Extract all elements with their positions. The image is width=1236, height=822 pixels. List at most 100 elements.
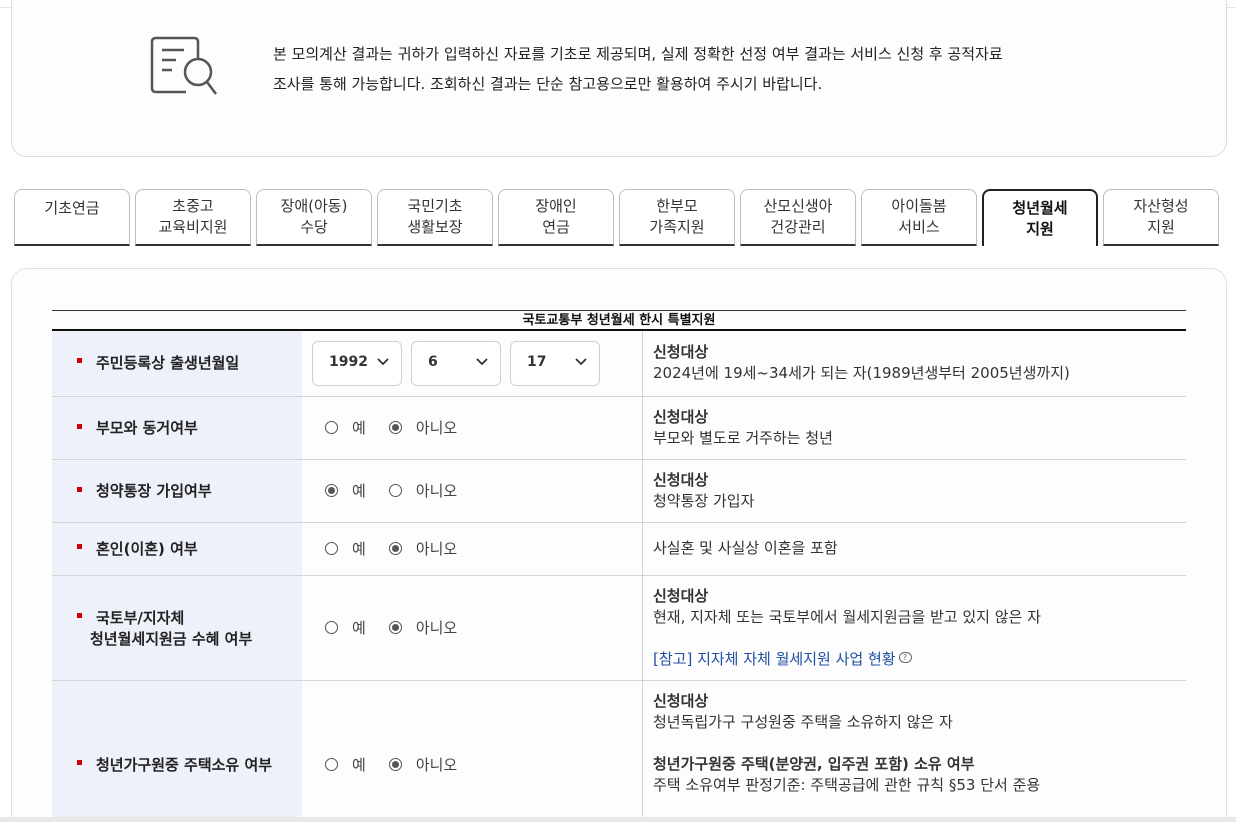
table-title: 국토교통부 청년월세 한시 특별지원 bbox=[52, 310, 1186, 331]
desc-text: 부모와 별도로 거주하는 청년 bbox=[653, 429, 833, 447]
parents-yes-radio[interactable]: 예 bbox=[325, 417, 366, 438]
desc-block: 신청대상 2024년에 19세~34세가 되는 자(1989년생부터 2005년… bbox=[653, 342, 1070, 384]
table-row-parents: 부모와 동거여부 예 아니오 신청대상 부모와 별도로 거주하는 청년 bbox=[52, 397, 1186, 460]
chevron-down-icon bbox=[377, 358, 389, 366]
tab-label: 한부모 가족지원 bbox=[649, 197, 705, 236]
tab-asset-building[interactable]: 자산형성 지원 bbox=[1103, 189, 1219, 246]
radio-label: 아니오 bbox=[415, 619, 458, 637]
desc-block: 신청대상 청약통장 가입자 bbox=[653, 470, 754, 512]
radio-label: 아니오 bbox=[415, 540, 458, 558]
tab-single-parent[interactable]: 한부모 가족지원 bbox=[619, 189, 735, 246]
table-row-marriage: 혼인(이혼) 여부 예 아니오 사실혼 및 사실상 이혼을 포함 bbox=[52, 523, 1186, 576]
row-desc-cell: 신청대상 2024년에 19세~34세가 되는 자(1989년생부터 2005년… bbox=[642, 331, 1186, 396]
marriage-yes-radio[interactable]: 예 bbox=[325, 538, 366, 559]
radio-label: 예 bbox=[352, 756, 366, 774]
tab-maternal-newborn[interactable]: 산모신생아 건강관리 bbox=[740, 189, 856, 246]
tab-label: 초중고 교육비지원 bbox=[158, 197, 228, 236]
link-text: [참고] 지자체 자체 월세지원 사업 현황 bbox=[653, 650, 896, 668]
desc-text: 2024년에 19세~34세가 되는 자(1989년생부터 2005년생까지) bbox=[653, 364, 1070, 382]
marriage-radio-group: 예 아니오 bbox=[325, 538, 457, 559]
birth-day-select[interactable]: 17 bbox=[510, 341, 600, 386]
row-input-cell: 예 아니오 bbox=[302, 523, 642, 575]
row-label-cell: 청년가구원중 주택소유 여부 bbox=[52, 681, 302, 821]
radio-label: 예 bbox=[352, 540, 366, 558]
desc-title: 신청대상 bbox=[653, 471, 709, 489]
notice-line-2: 조사를 통해 가능합니다. 조회하신 결과는 단순 참고용으로만 활용하여 주시… bbox=[273, 75, 823, 93]
chevron-down-icon bbox=[476, 358, 488, 366]
row-desc-cell: 사실혼 및 사실상 이혼을 포함 bbox=[642, 523, 1186, 575]
tab-child-care[interactable]: 아이돌봄 서비스 bbox=[861, 189, 977, 246]
row-label-cell: 청약통장 가입여부 bbox=[52, 460, 302, 522]
parents-no-radio[interactable]: 아니오 bbox=[388, 417, 458, 438]
tab-basic-pension[interactable]: 기초연금 bbox=[14, 189, 130, 246]
tab-label: 청년월세 지원 bbox=[1012, 198, 1068, 238]
table-row-rent-support: 국토부/지자체 청년월세지원금 수혜 여부 예 아니오 신청대상 현재, 지자체… bbox=[52, 576, 1186, 681]
rent-support-no-radio[interactable]: 아니오 bbox=[388, 617, 458, 638]
desc-block: 신청대상 현재, 지자체 또는 국토부에서 월세지원금을 받고 있지 않은 자 … bbox=[653, 586, 1041, 670]
tab-label: 기초연금 bbox=[44, 199, 100, 217]
radio-circle bbox=[325, 621, 338, 634]
tab-label: 국민기초 생활보장 bbox=[407, 197, 463, 236]
table-row-subscription: 청약통장 가입여부 예 아니오 신청대상 청약통장 가입자 bbox=[52, 460, 1186, 523]
radio-label: 아니오 bbox=[415, 419, 458, 437]
chevron-down-icon bbox=[575, 358, 587, 366]
tab-basic-livelihood[interactable]: 국민기초 생활보장 bbox=[377, 189, 493, 246]
marriage-no-radio[interactable]: 아니오 bbox=[388, 538, 458, 559]
document-search-icon bbox=[150, 36, 217, 95]
radio-circle bbox=[388, 421, 402, 434]
tab-disability-allowance[interactable]: 장애(아동) 수당 bbox=[256, 189, 372, 246]
housing-no-radio[interactable]: 아니오 bbox=[388, 754, 458, 775]
row-label-cell: 부모와 동거여부 bbox=[52, 397, 302, 459]
birth-year-value: 1992 bbox=[329, 354, 368, 370]
benefit-tabs: 기초연금 초중고 교육비지원 장애(아동) 수당 국민기초 생활보장 장애인 연… bbox=[14, 189, 1224, 247]
desc-text: 청약통장 가입자 bbox=[653, 492, 755, 510]
radio-label: 예 bbox=[352, 482, 366, 500]
tab-label: 산모신생아 건강관리 bbox=[763, 197, 833, 236]
tab-school-expense[interactable]: 초중고 교육비지원 bbox=[135, 189, 251, 246]
birth-day-value: 17 bbox=[527, 354, 547, 370]
row-input-cell: 예 아니오 bbox=[302, 460, 642, 522]
row-desc-cell: 신청대상 부모와 별도로 거주하는 청년 bbox=[642, 397, 1186, 459]
notice-text: 본 모의계산 결과는 귀하가 입력하신 자료를 기초로 제공되며, 실제 정확한… bbox=[273, 39, 1093, 99]
tab-label: 자산형성 지원 bbox=[1133, 197, 1189, 236]
tab-youth-rent[interactable]: 청년월세 지원 bbox=[982, 189, 1098, 246]
tab-label: 아이돌봄 서비스 bbox=[891, 197, 947, 236]
table-row-housing: 청년가구원중 주택소유 여부 예 아니오 신청대상 청년독립가구 구성원중 주택… bbox=[52, 681, 1186, 821]
desc-text-2: 주택 소유여부 판정기준: 주택공급에 관한 규칙 §53 단서 준용 bbox=[653, 776, 1041, 794]
radio-circle bbox=[388, 484, 402, 497]
row-desc-cell: 신청대상 청약통장 가입자 bbox=[642, 460, 1186, 522]
desc-text: 현재, 지자체 또는 국토부에서 월세지원금을 받고 있지 않은 자 bbox=[653, 608, 1041, 626]
row-input-cell: 1992 6 17 bbox=[302, 331, 642, 396]
row-label: 청년가구원중 주택소유 여부 bbox=[96, 756, 273, 774]
subscription-yes-radio[interactable]: 예 bbox=[325, 480, 366, 501]
radio-circle bbox=[325, 758, 338, 771]
bullet-icon bbox=[77, 487, 82, 492]
row-label-cell: 국토부/지자체 청년월세지원금 수혜 여부 bbox=[52, 576, 302, 680]
birth-month-select[interactable]: 6 bbox=[411, 341, 501, 386]
desc-text: 사실혼 및 사실상 이혼을 포함 bbox=[653, 539, 838, 557]
subscription-no-radio[interactable]: 아니오 bbox=[388, 480, 457, 501]
radio-circle bbox=[325, 484, 338, 497]
birth-month-value: 6 bbox=[428, 354, 438, 370]
radio-label: 예 bbox=[352, 619, 366, 637]
local-support-link[interactable]: [참고] 지자체 자체 월세지원 사업 현황? bbox=[653, 649, 1041, 670]
parents-radio-group: 예 아니오 bbox=[325, 417, 457, 438]
birth-year-select[interactable]: 1992 bbox=[312, 341, 402, 386]
rent-support-yes-radio[interactable]: 예 bbox=[325, 617, 366, 638]
desc-title: 신청대상 bbox=[653, 692, 709, 710]
row-label: 혼인(이혼) 여부 bbox=[96, 540, 198, 558]
bottom-scroll-edge bbox=[0, 817, 1236, 822]
housing-yes-radio[interactable]: 예 bbox=[325, 754, 366, 775]
bullet-icon bbox=[77, 358, 82, 363]
row-desc-cell: 신청대상 청년독립가구 구성원중 주택을 소유하지 않은 자 청년가구원중 주택… bbox=[642, 681, 1186, 821]
tab-disability-pension[interactable]: 장애인 연금 bbox=[498, 189, 614, 246]
question-icon: ? bbox=[898, 652, 912, 663]
desc-block: 사실혼 및 사실상 이혼을 포함 bbox=[653, 538, 838, 559]
tab-label: 장애(아동) 수당 bbox=[280, 197, 348, 236]
desc-block: 신청대상 청년독립가구 구성원중 주택을 소유하지 않은 자 청년가구원중 주택… bbox=[653, 691, 1040, 796]
radio-label: 아니오 bbox=[415, 756, 458, 774]
row-input-cell: 예 아니오 bbox=[302, 397, 642, 459]
row-input-cell: 예 아니오 bbox=[302, 681, 642, 821]
tab-label: 장애인 연금 bbox=[535, 197, 577, 236]
bullet-icon bbox=[77, 760, 82, 765]
